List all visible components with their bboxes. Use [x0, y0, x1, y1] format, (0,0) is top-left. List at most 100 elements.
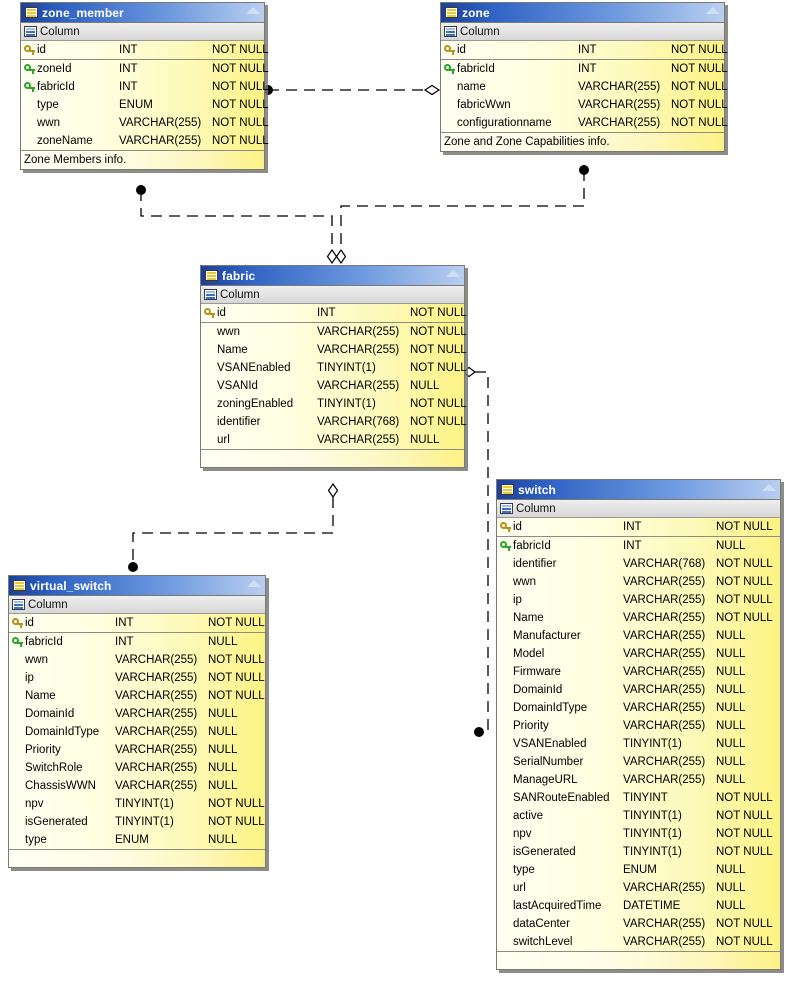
table-row[interactable]: fabricWwn VARCHAR(255) NOT NULL	[441, 96, 728, 114]
table-row[interactable]: VSANEnabled TINYINT(1) NULL	[497, 735, 780, 753]
column-name: active	[513, 810, 544, 822]
table-row[interactable]: zoningEnabled TINYINT(1) NOT NULL	[201, 395, 467, 413]
relationship-fabric-virtual_switch[interactable]	[128, 482, 339, 572]
columns-icon	[24, 26, 37, 37]
entity-titlebar[interactable]: virtual_switch	[9, 576, 265, 596]
entity-footer-comment: Zone and Zone Capabilities info.	[441, 132, 724, 151]
table-row[interactable]: Priority VARCHAR(255) NULL	[497, 717, 780, 735]
table-row[interactable]: zoneId INT NOT NULL	[21, 60, 269, 78]
table-row[interactable]: ChassisWWN VARCHAR(255) NULL	[9, 777, 265, 795]
table-row[interactable]: Name VARCHAR(255) NOT NULL	[497, 609, 780, 627]
table-row[interactable]: id INT NOT NULL	[9, 614, 265, 633]
entity-virtual_switch[interactable]: virtual_switch Column id INT NOT NULL fa…	[8, 575, 266, 868]
table-row[interactable]: ip VARCHAR(255) NOT NULL	[497, 591, 780, 609]
entity-titlebar[interactable]: zone_member	[21, 3, 264, 23]
column-nullable: NOT NULL	[208, 816, 265, 828]
relationship-zone_member-fabric[interactable]	[136, 185, 338, 265]
entity-zone[interactable]: zone Column id INT NOT NULL fabricId INT…	[440, 2, 728, 152]
table-row[interactable]: wwn VARCHAR(255) NOT NULL	[21, 114, 269, 132]
entity-titlebar[interactable]: zone	[441, 3, 724, 23]
column-name: Priority	[25, 744, 61, 756]
table-row[interactable]: wwn VARCHAR(255) NOT NULL	[9, 651, 265, 669]
table-row[interactable]: type ENUM NULL	[9, 831, 265, 849]
column-type: VARCHAR(255)	[623, 576, 706, 588]
table-row[interactable]: id INT NOT NULL	[21, 41, 269, 60]
table-row[interactable]: SerialNumber VARCHAR(255) NULL	[497, 753, 780, 771]
column-type: VARCHAR(255)	[317, 434, 400, 446]
table-row[interactable]: wwn VARCHAR(255) NOT NULL	[497, 573, 780, 591]
column-type: VARCHAR(255)	[623, 882, 706, 894]
collapse-icon[interactable]	[247, 580, 261, 587]
table-row[interactable]: DomainIdType VARCHAR(255) NULL	[497, 699, 780, 717]
table-row[interactable]: isGenerated TINYINT(1) NOT NULL	[497, 843, 780, 861]
table-row[interactable]: DomainId VARCHAR(255) NULL	[497, 681, 780, 699]
table-row[interactable]: id INT NOT NULL	[441, 41, 728, 60]
entity-fabric[interactable]: fabric Column id INT NOT NULL wwn VARCHA…	[200, 265, 467, 468]
table-row[interactable]: fabricId INT NULL	[9, 633, 265, 651]
table-row[interactable]: ManageURL VARCHAR(255) NULL	[497, 771, 780, 789]
column-name: npv	[513, 828, 532, 840]
entity-titlebar[interactable]: fabric	[201, 266, 464, 286]
column-type: VARCHAR(255)	[317, 344, 400, 356]
table-row[interactable]: zoneName VARCHAR(255) NOT NULL	[21, 132, 269, 150]
entity-zone_member[interactable]: zone_member Column id INT NOT NULL zoneI…	[20, 2, 269, 170]
column-name: wwn	[513, 576, 537, 588]
table-row[interactable]: url VARCHAR(255) NULL	[497, 879, 780, 897]
table-row[interactable]: ip VARCHAR(255) NOT NULL	[9, 669, 265, 687]
table-row[interactable]: Priority VARCHAR(255) NULL	[9, 741, 265, 759]
table-row[interactable]: id INT NOT NULL	[497, 518, 780, 537]
table-row[interactable]: SwitchRole VARCHAR(255) NULL	[9, 759, 265, 777]
relationship-zone_member-zone[interactable]	[263, 84, 441, 96]
table-row[interactable]: VSANId VARCHAR(255) NULL	[201, 377, 464, 395]
table-row[interactable]: fabricId INT NULL	[497, 537, 780, 555]
collapse-icon[interactable]	[446, 270, 460, 277]
relationship-zone-fabric[interactable]	[335, 165, 590, 265]
table-row[interactable]: type ENUM NOT NULL	[21, 96, 269, 114]
entity-footer-comment	[9, 849, 265, 867]
column-group-header[interactable]: Column	[497, 500, 780, 518]
table-row[interactable]: Name VARCHAR(255) NOT NULL	[9, 687, 265, 705]
column-group-header[interactable]: Column	[201, 286, 464, 304]
column-type: ENUM	[119, 99, 153, 111]
fk-key-icon	[21, 82, 37, 92]
column-name: fabricId	[37, 81, 75, 93]
table-row[interactable]: Name VARCHAR(255) NOT NULL	[201, 341, 467, 359]
column-name: url	[513, 882, 526, 894]
table-row[interactable]: VSANEnabled TINYINT(1) NOT NULL	[201, 359, 467, 377]
table-row[interactable]: wwn VARCHAR(255) NOT NULL	[201, 323, 467, 341]
column-nullable: NOT NULL	[716, 846, 773, 858]
table-row[interactable]: lastAcquiredTime DATETIME NULL	[497, 897, 780, 915]
table-row[interactable]: url VARCHAR(255) NULL	[201, 431, 464, 449]
column-group-header[interactable]: Column	[21, 23, 264, 41]
table-row[interactable]: id INT NOT NULL	[201, 304, 467, 323]
table-row[interactable]: identifier VARCHAR(768) NOT NULL	[201, 413, 467, 431]
table-row[interactable]: Model VARCHAR(255) NULL	[497, 645, 780, 663]
table-row[interactable]: configurationname VARCHAR(255) NOT NULL	[441, 114, 728, 132]
column-group-header[interactable]: Column	[441, 23, 724, 41]
table-row[interactable]: DomainIdType VARCHAR(255) NULL	[9, 723, 265, 741]
table-row[interactable]: isGenerated TINYINT(1) NOT NULL	[9, 813, 265, 831]
table-row[interactable]: active TINYINT(1) NOT NULL	[497, 807, 780, 825]
table-row[interactable]: Manufacturer VARCHAR(255) NULL	[497, 627, 780, 645]
entity-titlebar[interactable]: switch	[497, 480, 780, 500]
collapse-icon[interactable]	[706, 7, 720, 14]
table-row[interactable]: fabricId INT NOT NULL	[441, 60, 728, 78]
column-type: INT	[623, 540, 642, 552]
table-row[interactable]: npv TINYINT(1) NOT NULL	[497, 825, 780, 843]
table-row[interactable]: switchLevel VARCHAR(255) NOT NULL	[497, 933, 780, 951]
table-row[interactable]: identifier VARCHAR(768) NOT NULL	[497, 555, 780, 573]
table-row[interactable]: DomainId VARCHAR(255) NULL	[9, 705, 265, 723]
column-name: DomainId	[513, 684, 563, 696]
table-row[interactable]: fabricId INT NOT NULL	[21, 78, 269, 96]
table-row[interactable]: Firmware VARCHAR(255) NULL	[497, 663, 780, 681]
table-row[interactable]: name VARCHAR(255) NOT NULL	[441, 78, 728, 96]
table-row[interactable]: SANRouteEnabled TINYINT NOT NULL	[497, 789, 780, 807]
collapse-icon[interactable]	[246, 7, 260, 14]
collapse-icon[interactable]	[762, 484, 776, 491]
table-row[interactable]: dataCenter VARCHAR(255) NOT NULL	[497, 915, 780, 933]
table-row[interactable]: npv TINYINT(1) NOT NULL	[9, 795, 265, 813]
column-name: type	[513, 864, 535, 876]
table-row[interactable]: type ENUM NULL	[497, 861, 780, 879]
entity-switch[interactable]: switch Column id INT NOT NULL fabricId I…	[496, 479, 781, 970]
column-group-header[interactable]: Column	[9, 596, 265, 614]
